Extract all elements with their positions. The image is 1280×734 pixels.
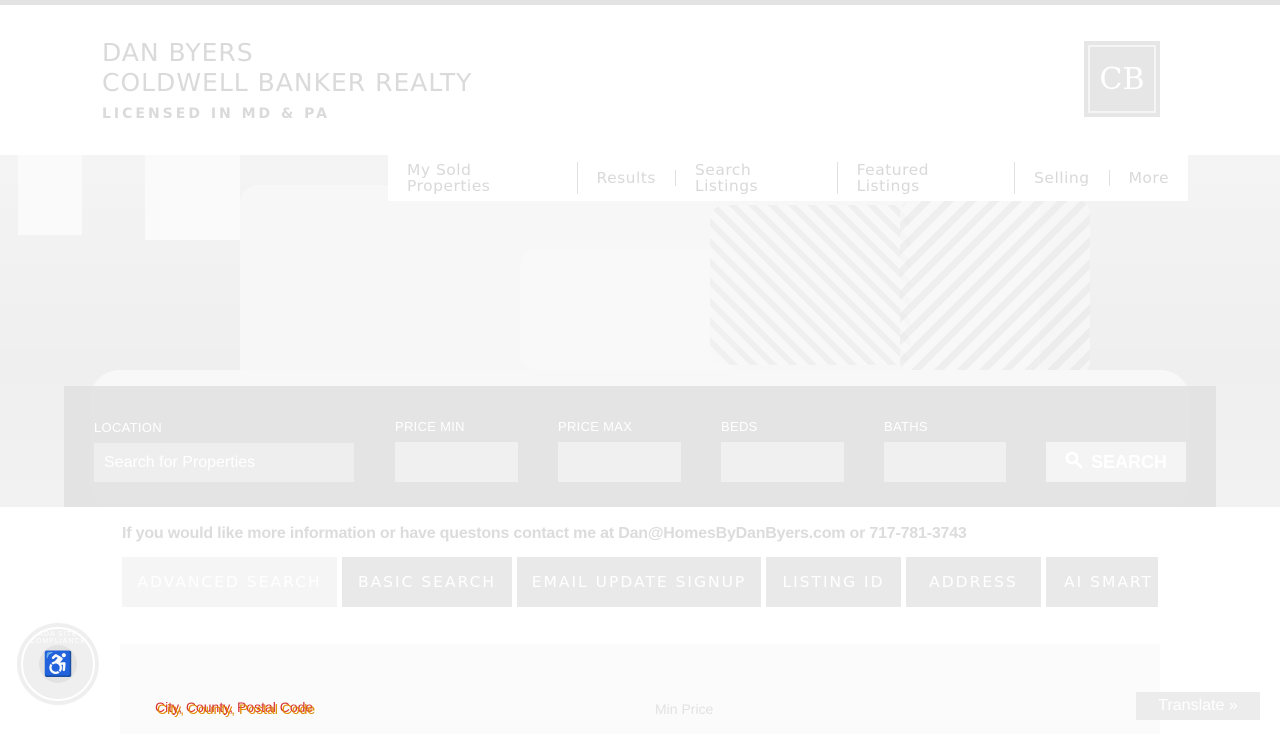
tab-basic-search[interactable]: BASIC SEARCH — [342, 557, 512, 607]
tab-advanced-search[interactable]: ADVANCED SEARCH — [122, 557, 337, 607]
nav-item-my-sold-properties[interactable]: My Sold Properties — [388, 162, 578, 194]
contact-message: If you would like more information or ha… — [122, 525, 967, 542]
search-button[interactable]: SEARCH — [1046, 442, 1186, 482]
price-min-select[interactable] — [395, 442, 518, 482]
search-button-label: SEARCH — [1090, 451, 1167, 472]
pillow-pattern-decor — [900, 200, 1090, 375]
price-max-label: PRICE MAX — [558, 419, 633, 434]
nav-item-featured-listings[interactable]: Featured Listings — [838, 162, 1016, 194]
beds-select[interactable] — [721, 442, 844, 482]
tab-listing-id[interactable]: LISTING ID — [766, 557, 901, 607]
min-price-label: Min Price — [655, 701, 714, 717]
brand-header: DAN BYERS COLDWELL BANKER REALTY LICENSE… — [102, 38, 472, 122]
location-label: LOCATION — [94, 420, 162, 435]
price-max-select[interactable] — [558, 442, 681, 482]
price-min-label: PRICE MIN — [395, 419, 465, 434]
company-name[interactable]: COLDWELL BANKER REALTY — [102, 68, 472, 98]
pillow-decor — [520, 250, 740, 370]
coldwell-banker-logo[interactable]: CB — [1084, 41, 1160, 117]
search-icon — [1065, 451, 1083, 474]
main-nav: My Sold Properties Results Search Listin… — [388, 155, 1188, 201]
accessibility-icon: ♿ — [39, 645, 77, 683]
nav-item-more[interactable]: More — [1110, 170, 1188, 186]
nav-item-results[interactable]: Results — [578, 170, 676, 186]
nav-item-search-listings[interactable]: Search Listings — [676, 162, 838, 194]
baths-label: BATHS — [884, 419, 928, 434]
tab-ai-smart[interactable]: AI SMART — [1046, 557, 1158, 607]
search-mode-tabs: ADVANCED SEARCH BASIC SEARCH EMAIL UPDAT… — [122, 557, 1158, 607]
ada-badge-text: ADA SITE COMPLIANCE — [29, 631, 87, 645]
ada-compliance-badge[interactable]: ADA SITE COMPLIANCE ♿ — [17, 623, 99, 705]
tab-address[interactable]: ADDRESS — [906, 557, 1041, 607]
tab-email-update-signup[interactable]: EMAIL UPDATE SIGNUP — [517, 557, 761, 607]
logo-mark: CB — [1088, 45, 1156, 113]
top-border — [0, 0, 1280, 5]
nav-item-selling[interactable]: Selling — [1015, 170, 1110, 186]
window-decor — [18, 155, 82, 235]
license-text: LICENSED IN MD & PA — [102, 106, 330, 122]
window-decor — [145, 155, 240, 240]
agent-name[interactable]: DAN BYERS — [102, 38, 472, 68]
translate-button[interactable]: Translate » — [1136, 692, 1260, 720]
location-search-input[interactable]: Search for Properties — [94, 443, 354, 482]
advanced-search-panel — [120, 644, 1160, 734]
baths-select[interactable] — [884, 442, 1006, 482]
beds-label: BEDS — [721, 419, 758, 434]
location-field-label: City, County, Postal Code — [157, 701, 316, 717]
pillow-pattern-decor — [710, 205, 910, 365]
